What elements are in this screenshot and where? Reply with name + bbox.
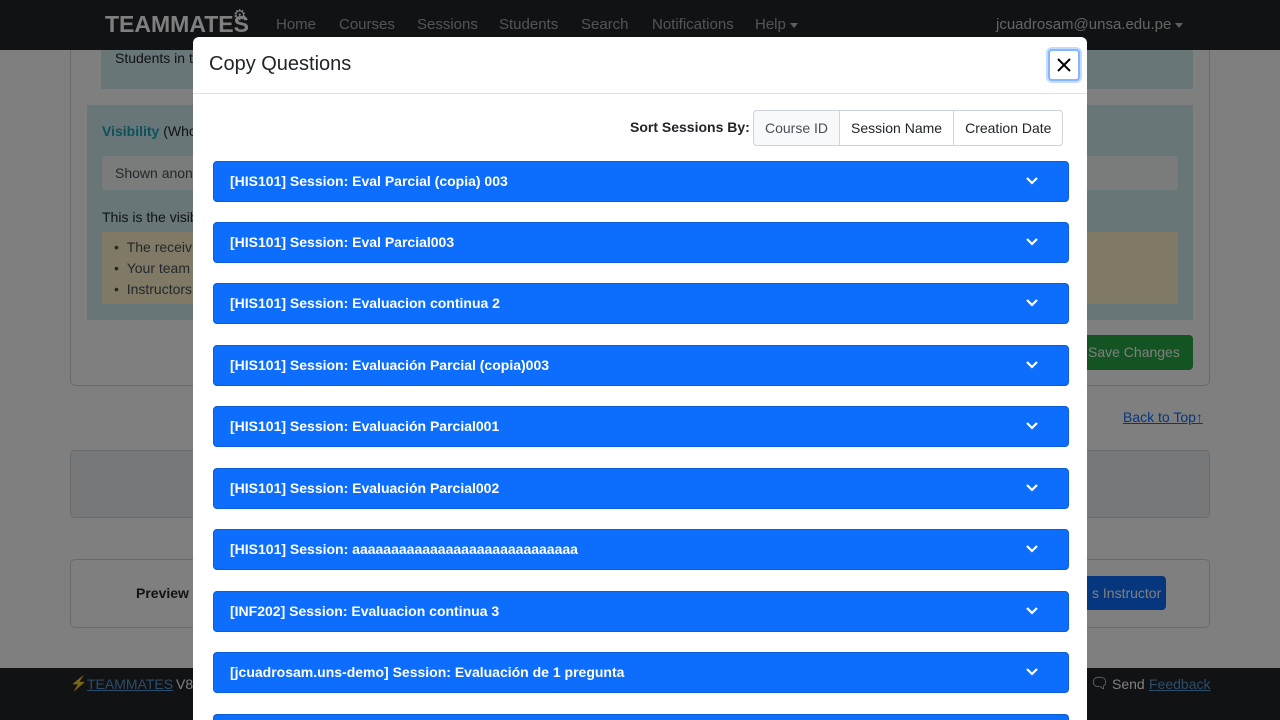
chevron-down-icon [1026, 361, 1038, 369]
session-item-partial[interactable] [213, 714, 1069, 720]
session-item[interactable]: [INF202] Session: Evaluacion continua 3 [213, 591, 1069, 632]
modal-title: Copy Questions [209, 53, 352, 75]
session-item[interactable]: [HIS101] Session: Evaluación Parcial (co… [213, 345, 1069, 386]
session-title: [HIS101] Session: Evaluación Parcial002 [230, 480, 500, 496]
chevron-down-icon [1026, 299, 1038, 307]
close-button[interactable] [1048, 49, 1080, 81]
session-item[interactable]: [HIS101] Session: Evaluacion continua 2 [213, 283, 1069, 324]
sort-session-name-button[interactable]: Session Name [839, 110, 955, 146]
copy-questions-modal: Copy Questions Sort Sessions By: Course … [193, 37, 1087, 720]
chevron-down-icon [1026, 607, 1038, 615]
sort-sessions-label: Sort Sessions By: [630, 119, 750, 135]
session-title: [HIS101] Session: Evaluación Parcial (co… [230, 357, 550, 373]
chevron-down-icon [1026, 484, 1038, 492]
session-title: [jcuadrosam.uns-demo] Session: Evaluació… [230, 664, 625, 680]
session-title: [HIS101] Session: Evaluación Parcial001 [230, 418, 500, 434]
session-title: [INF202] Session: Evaluacion continua 3 [230, 603, 500, 619]
session-title: [HIS101] Session: Eval Parcial003 [230, 234, 455, 250]
session-title: [HIS101] Session: aaaaaaaaaaaaaaaaaaaaaa… [230, 541, 578, 557]
session-item[interactable]: [HIS101] Session: Eval Parcial (copia) 0… [213, 161, 1069, 202]
session-title: [HIS101] Session: Evaluacion continua 2 [230, 295, 500, 311]
modal-header: Copy Questions [193, 37, 1087, 94]
session-item[interactable]: [HIS101] Session: Eval Parcial003 [213, 222, 1069, 263]
sort-button-group: Course ID Session Name Creation Date [753, 110, 1064, 146]
session-title: [HIS101] Session: Eval Parcial (copia) 0… [230, 173, 508, 189]
close-icon [1057, 58, 1071, 72]
chevron-down-icon [1026, 238, 1038, 246]
chevron-down-icon [1026, 668, 1038, 676]
chevron-down-icon [1026, 177, 1038, 185]
session-item[interactable]: [HIS101] Session: Evaluación Parcial001 [213, 406, 1069, 447]
chevron-down-icon [1026, 545, 1038, 553]
sort-creation-date-button[interactable]: Creation Date [953, 110, 1064, 146]
chevron-down-icon [1026, 422, 1038, 430]
sort-course-id-button[interactable]: Course ID [753, 110, 841, 146]
session-item[interactable]: [HIS101] Session: aaaaaaaaaaaaaaaaaaaaaa… [213, 529, 1069, 570]
session-item[interactable]: [jcuadrosam.uns-demo] Session: Evaluació… [213, 652, 1069, 693]
session-item[interactable]: [HIS101] Session: Evaluación Parcial002 [213, 468, 1069, 509]
